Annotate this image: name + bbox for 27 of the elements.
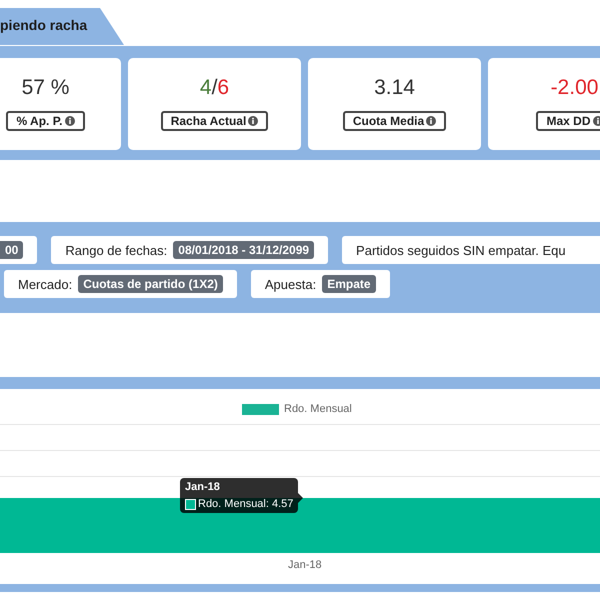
info-icon[interactable] [64, 116, 74, 126]
filter-value: Empate [322, 275, 376, 293]
legend-swatch [242, 404, 279, 414]
stat-label-button[interactable]: Max DD [536, 111, 600, 131]
tooltip-swatch [185, 498, 196, 510]
tooltip-text: Rdo. Mensual: 4.57 [198, 498, 294, 510]
stat-value: 57 % [22, 76, 70, 101]
filter-label: Rango de fechas: [65, 242, 168, 258]
tooltip-title: Jan-18 [185, 481, 221, 493]
stat-label-button[interactable]: % Ap. P. [6, 111, 84, 131]
filter-value: Cuotas de partido (1X2) [78, 275, 223, 293]
info-icon[interactable] [248, 116, 258, 126]
filter-value: 08/01/2018 - 31/12/2099 [173, 241, 314, 259]
filter-label: Apuesta: [264, 276, 316, 292]
info-icon[interactable] [426, 116, 436, 126]
filter-value: 00 [0, 241, 24, 259]
filter-label: Partidos seguidos SIN empatar. Equ [356, 242, 566, 258]
axis-label: Jan-18 [288, 559, 322, 571]
legend-label[interactable]: Rdo. Mensual [284, 403, 352, 415]
stat-value: 4/6 [200, 76, 230, 101]
tab[interactable]: piendo racha [0, 8, 124, 45]
info-icon[interactable] [592, 116, 600, 126]
stat-label-button[interactable]: Cuota Media [342, 111, 446, 131]
stat-value: 3.14 [374, 76, 415, 101]
stat-value: -2.00 [550, 76, 598, 101]
stat-label-button[interactable]: Racha Actual [160, 111, 268, 131]
filter-label: Mercado: [18, 276, 72, 292]
